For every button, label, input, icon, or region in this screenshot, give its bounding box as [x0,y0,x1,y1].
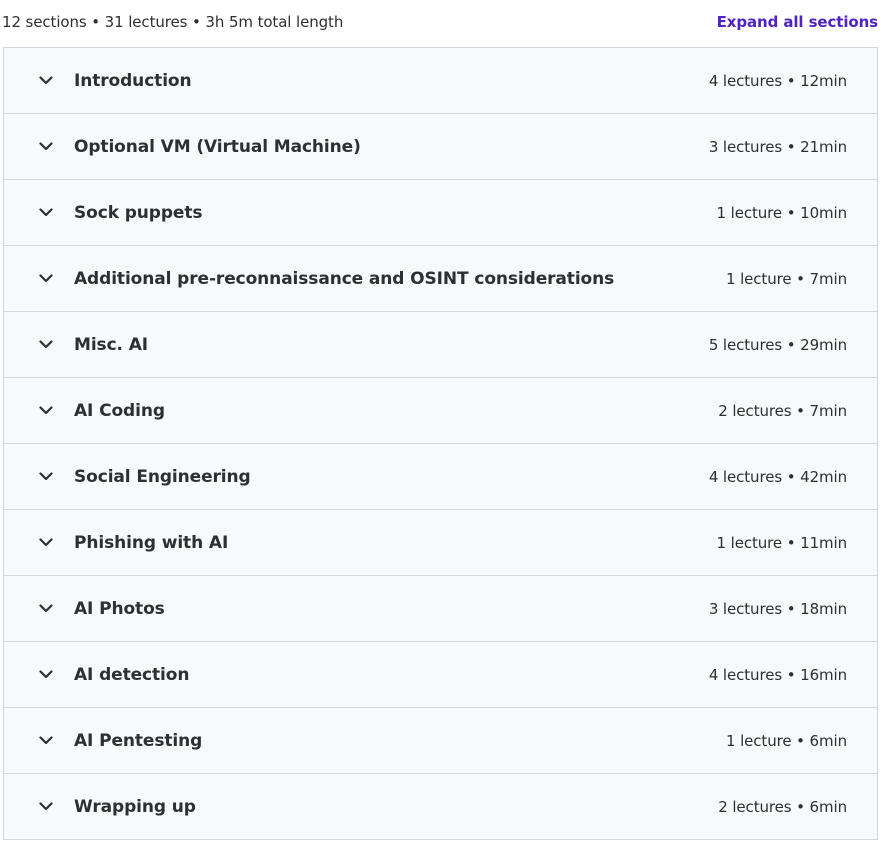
sections-list: Introduction 4 lectures • 12min Optional… [3,47,878,840]
section-meta: 2 lectures • 7min [718,401,847,420]
section-meta: 4 lectures • 16min [708,665,847,684]
section-row-optional-vm[interactable]: Optional VM (Virtual Machine) 3 lectures… [4,114,877,180]
section-title: Phishing with AI [74,532,229,553]
chevron-down-icon [38,271,54,287]
section-title: Misc. AI [74,334,148,355]
section-row-ai-detection[interactable]: AI detection 4 lectures • 16min [4,642,877,708]
chevron-down-icon [38,403,54,419]
chevron-down-icon [38,73,54,89]
course-summary-text: 12 sections • 31 lectures • 3h 5m total … [2,13,344,31]
section-title: AI detection [74,664,190,685]
section-row-introduction[interactable]: Introduction 4 lectures • 12min [4,48,877,114]
chevron-down-icon [38,469,54,485]
section-row-wrapping-up[interactable]: Wrapping up 2 lectures • 6min [4,774,877,839]
section-title: AI Pentesting [74,730,203,751]
chevron-down-icon [38,337,54,353]
chevron-down-icon [38,733,54,749]
section-row-additional-pre-reconnaissance[interactable]: Additional pre-reconnaissance and OSINT … [4,246,877,312]
section-title: Wrapping up [74,796,196,817]
section-title: Sock puppets [74,202,203,223]
section-title: Optional VM (Virtual Machine) [74,136,361,157]
section-row-ai-coding[interactable]: AI Coding 2 lectures • 7min [4,378,877,444]
section-meta: 1 lecture • 10min [716,203,848,222]
section-meta: 4 lectures • 42min [708,467,847,486]
chevron-down-icon [38,205,54,221]
section-row-social-engineering[interactable]: Social Engineering 4 lectures • 42min [4,444,877,510]
section-title: Additional pre-reconnaissance and OSINT … [74,268,615,289]
chevron-down-icon [38,601,54,617]
section-meta: 5 lectures • 29min [708,335,847,354]
course-content-header: 12 sections • 31 lectures • 3h 5m total … [0,0,878,44]
section-title: Introduction [74,70,192,91]
section-meta: 1 lecture • 11min [716,533,848,552]
chevron-down-icon [38,535,54,551]
section-row-ai-photos[interactable]: AI Photos 3 lectures • 18min [4,576,877,642]
section-title: AI Photos [74,598,165,619]
section-row-phishing-with-ai[interactable]: Phishing with AI 1 lecture • 11min [4,510,877,576]
section-row-misc-ai[interactable]: Misc. AI 5 lectures • 29min [4,312,877,378]
chevron-down-icon [38,799,54,815]
chevron-down-icon [38,667,54,683]
section-meta: 1 lecture • 6min [725,731,847,750]
chevron-down-icon [38,139,54,155]
section-meta: 2 lectures • 6min [718,797,847,816]
section-meta: 3 lectures • 21min [708,137,847,156]
section-meta: 4 lectures • 12min [708,71,847,90]
section-title: Social Engineering [74,466,251,487]
expand-all-sections-button[interactable]: Expand all sections [717,13,878,31]
section-title: AI Coding [74,400,165,421]
section-row-sock-puppets[interactable]: Sock puppets 1 lecture • 10min [4,180,877,246]
section-meta: 1 lecture • 7min [725,269,847,288]
section-meta: 3 lectures • 18min [708,599,847,618]
section-row-ai-pentesting[interactable]: AI Pentesting 1 lecture • 6min [4,708,877,774]
